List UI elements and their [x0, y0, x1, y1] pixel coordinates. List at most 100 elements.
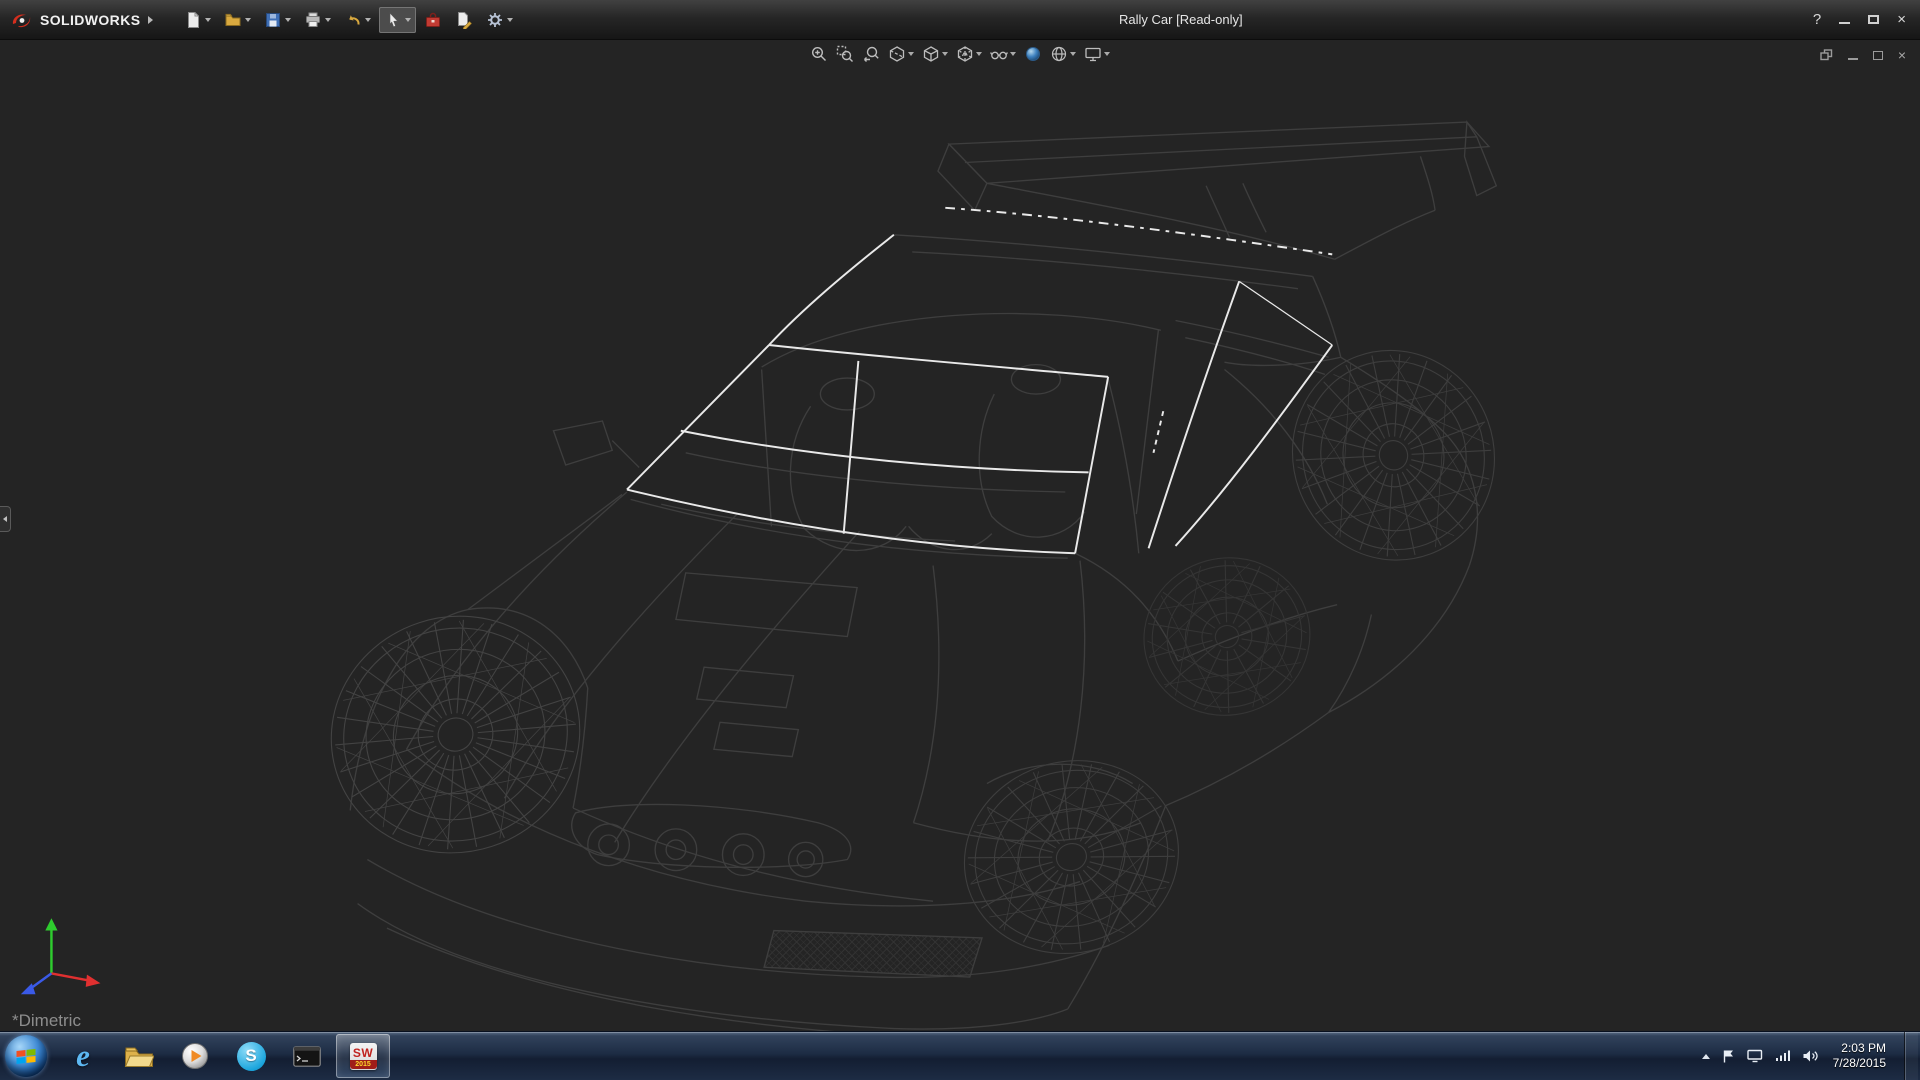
document-window-controls: ×	[1820, 48, 1906, 62]
wireframe-rally-car-model[interactable]	[0, 40, 1920, 1031]
dropdown-caret-icon[interactable]	[942, 52, 948, 56]
dropdown-caret-icon[interactable]	[507, 18, 513, 22]
edit-appearance-button[interactable]	[1024, 45, 1042, 63]
solidworks-year-badge: 2015	[350, 1060, 377, 1069]
view-orientation-button[interactable]	[922, 45, 948, 63]
section-view-button[interactable]	[888, 45, 914, 63]
taskbar-command-prompt[interactable]	[280, 1034, 334, 1078]
show-hidden-icons-button[interactable]	[1702, 1054, 1710, 1059]
toolbox-icon	[424, 11, 442, 29]
view-orientation-label: *Dimetric	[12, 1011, 81, 1031]
titlebar: SOLIDWORKS	[0, 0, 1920, 40]
taskbar-skype[interactable]: S	[224, 1034, 278, 1078]
zoom-to-area-icon	[836, 45, 854, 63]
solidworks-logo: SOLIDWORKS	[0, 11, 163, 29]
clock-time: 2:03 PM	[1833, 1041, 1886, 1056]
panel-collapse-handle[interactable]	[0, 506, 11, 532]
show-desktop-button[interactable]	[1904, 1032, 1918, 1080]
view-settings-button[interactable]	[1084, 45, 1110, 63]
x-axis	[51, 973, 90, 980]
save-floppy-icon	[264, 11, 282, 29]
command-prompt-icon	[293, 1046, 321, 1067]
dropdown-caret-icon[interactable]	[325, 18, 331, 22]
new-document-icon	[184, 11, 202, 29]
file-properties-button[interactable]	[450, 7, 478, 33]
apply-scene-button[interactable]	[1050, 45, 1076, 63]
internet-explorer-icon: e	[76, 1038, 90, 1074]
dropdown-caret-icon[interactable]	[365, 18, 371, 22]
taskbar-internet-explorer[interactable]: e	[56, 1034, 110, 1078]
taskbar-windows-explorer[interactable]	[112, 1034, 166, 1078]
options-button[interactable]	[481, 7, 518, 33]
action-center-flag-icon[interactable]	[1722, 1049, 1735, 1064]
glasses-icon	[990, 45, 1008, 63]
display-style-button[interactable]	[956, 45, 982, 63]
menu-expand-icon[interactable]	[148, 16, 153, 24]
graphics-area[interactable]: ×	[0, 40, 1920, 1031]
new-document-button[interactable]	[179, 7, 216, 33]
windows-flag-icon	[16, 1049, 36, 1064]
chevron-left-icon	[3, 516, 7, 522]
solidworks-app-icon: SW 2015	[350, 1043, 377, 1070]
close-button[interactable]: ×	[1897, 12, 1906, 27]
minimize-button[interactable]	[1839, 22, 1850, 24]
previous-view-button[interactable]	[862, 45, 880, 63]
clock-date: 7/28/2015	[1833, 1056, 1886, 1071]
car-body-lines	[350, 122, 1496, 1031]
section-view-icon	[888, 45, 906, 63]
undo-button[interactable]	[339, 7, 376, 33]
view-settings-monitor-icon	[1084, 45, 1102, 63]
main-toolbar	[179, 7, 518, 33]
zoom-to-area-button[interactable]	[836, 45, 854, 63]
start-button[interactable]	[5, 1035, 47, 1077]
maximize-button[interactable]	[1868, 15, 1879, 24]
y-axis-arrow	[45, 918, 57, 930]
dropdown-caret-icon[interactable]	[1104, 52, 1110, 56]
zoom-to-fit-button[interactable]	[810, 45, 828, 63]
taskbar-clock[interactable]: 2:03 PM 7/28/2015	[1831, 1041, 1892, 1071]
solidworks-letters: SW	[353, 1046, 373, 1060]
volume-icon[interactable]	[1802, 1049, 1819, 1063]
system-tray: 2:03 PM 7/28/2015	[1702, 1032, 1920, 1080]
x-axis-arrow	[86, 975, 101, 987]
dropdown-caret-icon[interactable]	[1010, 52, 1016, 56]
open-folder-icon	[224, 11, 242, 29]
reference-triad[interactable]	[21, 918, 101, 994]
dropdown-caret-icon[interactable]	[405, 18, 411, 22]
select-cursor-icon	[384, 11, 402, 29]
dropdown-caret-icon[interactable]	[1070, 52, 1076, 56]
taskbar-solidworks[interactable]: SW 2015	[336, 1034, 390, 1078]
undo-arrow-icon	[344, 11, 362, 29]
scene-globe-icon	[1050, 45, 1068, 63]
document-minimize-button[interactable]	[1848, 58, 1858, 60]
solidworks-logo-icon	[10, 11, 34, 29]
document-restore-button[interactable]	[1873, 51, 1883, 60]
dropdown-caret-icon[interactable]	[285, 18, 291, 22]
file-properties-icon	[455, 11, 473, 29]
previous-view-icon	[862, 45, 880, 63]
new-window-button[interactable]	[1820, 49, 1833, 61]
media-player-icon	[181, 1042, 209, 1070]
dropdown-caret-icon[interactable]	[908, 52, 914, 56]
window-title: Rally Car [Read-only]	[1119, 12, 1243, 27]
display-tray-icon[interactable]	[1747, 1049, 1763, 1063]
open-button[interactable]	[219, 7, 256, 33]
dropdown-caret-icon[interactable]	[245, 18, 251, 22]
dropdown-caret-icon[interactable]	[976, 52, 982, 56]
toolbox-button[interactable]	[419, 7, 447, 33]
print-icon	[304, 11, 322, 29]
print-button[interactable]	[299, 7, 336, 33]
highlighted-glass-edges	[627, 208, 1332, 553]
hide-show-items-button[interactable]	[990, 45, 1016, 63]
document-close-button[interactable]: ×	[1898, 48, 1906, 62]
zoom-to-fit-icon	[810, 45, 828, 63]
taskbar-media-player[interactable]	[168, 1034, 222, 1078]
heads-up-view-toolbar	[810, 45, 1110, 63]
network-tray-icon[interactable]	[1775, 1049, 1790, 1063]
select-tool-button[interactable]	[379, 7, 416, 33]
z-axis-arrow	[21, 983, 36, 994]
help-button[interactable]: ?	[1813, 12, 1821, 27]
dropdown-caret-icon[interactable]	[205, 18, 211, 22]
appearance-sphere-icon	[1024, 45, 1042, 63]
save-button[interactable]	[259, 7, 296, 33]
